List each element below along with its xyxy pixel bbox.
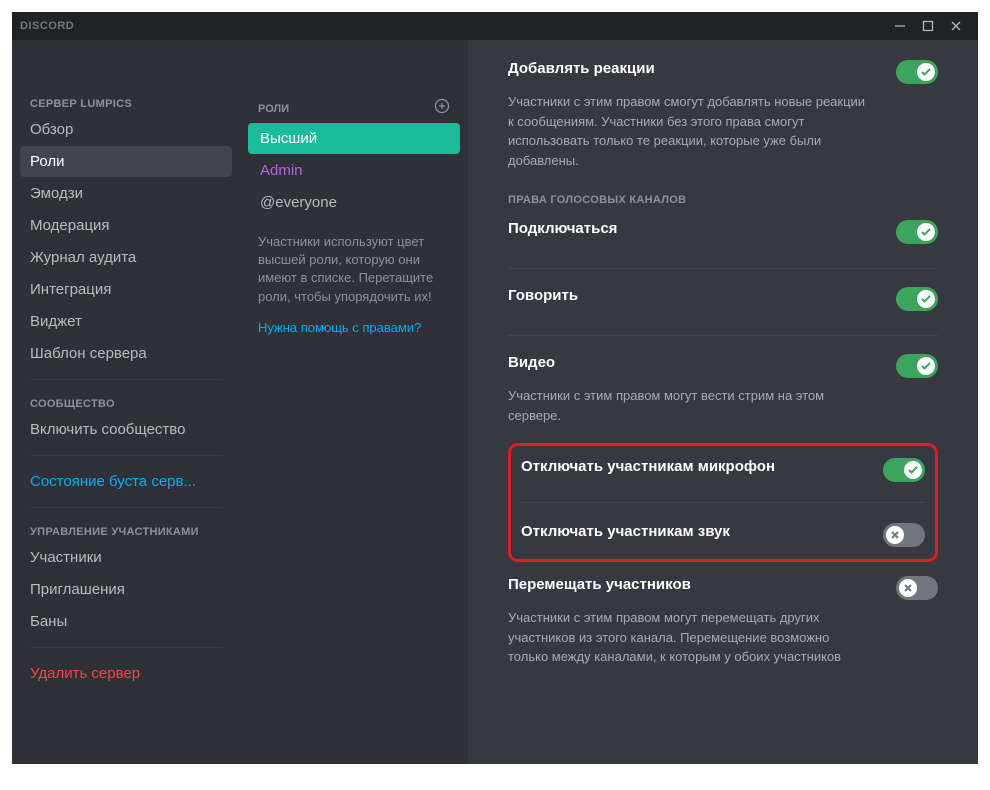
minimize-icon bbox=[894, 20, 906, 32]
perm-speak: Говорить bbox=[508, 287, 938, 311]
nav-invites[interactable]: Приглашения bbox=[20, 574, 232, 605]
roles-panel: РОЛИ Высший Admin @everyone Участники ис… bbox=[240, 40, 468, 764]
nav-divider bbox=[30, 455, 222, 456]
sidebar-header-server: СЕРВЕР LUMPICS bbox=[20, 90, 232, 114]
nav-members[interactable]: Участники bbox=[20, 542, 232, 573]
nav-overview[interactable]: Обзор bbox=[20, 114, 232, 145]
nav-divider bbox=[30, 647, 222, 648]
plus-circle-icon bbox=[434, 98, 450, 114]
toggle-speak[interactable] bbox=[896, 287, 938, 311]
perm-move-members: Перемещать участников Участники с этим п… bbox=[508, 576, 938, 667]
nav-audit-log[interactable]: Журнал аудита bbox=[20, 242, 232, 273]
content-area: СЕРВЕР LUMPICS Обзор Роли Эмодзи Модерац… bbox=[12, 40, 978, 764]
toggle-deafen-members[interactable] bbox=[883, 523, 925, 547]
perm-divider bbox=[508, 335, 938, 336]
nav-boost-status[interactable]: Состояние буста серв... bbox=[20, 466, 232, 497]
toggle-move-members[interactable] bbox=[896, 576, 938, 600]
permissions-panel: Добавлять реакции Участники с этим право… bbox=[468, 40, 978, 764]
sidebar-header-community: СООБЩЕСТВО bbox=[20, 390, 232, 414]
nav-divider bbox=[30, 379, 222, 380]
check-icon bbox=[920, 360, 932, 372]
perm-desc: Участники с этим правом смогут добавлять… bbox=[508, 92, 868, 170]
perm-title: Отключать участникам микрофон bbox=[521, 458, 775, 475]
check-icon bbox=[920, 293, 932, 305]
nav-integrations[interactable]: Интеграция bbox=[20, 274, 232, 305]
perm-title: Отключать участникам звук bbox=[521, 523, 730, 540]
app-window: DISCORD ESC СЕРВЕР LUMPICS Обзор Роли Эм… bbox=[12, 12, 978, 764]
perm-mute-members: Отключать участникам микрофон bbox=[521, 458, 925, 482]
toggle-connect[interactable] bbox=[896, 220, 938, 244]
x-icon bbox=[902, 582, 914, 594]
nav-moderation[interactable]: Модерация bbox=[20, 210, 232, 241]
close-icon bbox=[950, 20, 962, 32]
perm-desc: Участники с этим правом могут вести стри… bbox=[508, 386, 868, 425]
role-item-highest[interactable]: Высший bbox=[248, 123, 460, 154]
perm-divider bbox=[508, 268, 938, 269]
roles-header-label: РОЛИ bbox=[258, 103, 289, 115]
window-minimize-button[interactable] bbox=[886, 15, 914, 37]
roles-help-link[interactable]: Нужна помощь с правами? bbox=[248, 314, 460, 341]
roles-hint-text: Участники используют цвет высшей роли, к… bbox=[248, 219, 460, 314]
perm-title: Перемещать участников bbox=[508, 576, 691, 593]
perm-title: Подключаться bbox=[508, 220, 617, 237]
perm-title: Добавлять реакции bbox=[508, 60, 655, 77]
window-maximize-button[interactable] bbox=[914, 15, 942, 37]
check-icon bbox=[907, 464, 919, 476]
nav-bans[interactable]: Баны bbox=[20, 606, 232, 637]
nav-widget[interactable]: Виджет bbox=[20, 306, 232, 337]
role-item-admin[interactable]: Admin bbox=[248, 155, 460, 186]
toggle-video[interactable] bbox=[896, 354, 938, 378]
brand-label: DISCORD bbox=[20, 20, 74, 32]
nav-template[interactable]: Шаблон сервера bbox=[20, 338, 232, 369]
perm-divider bbox=[521, 502, 925, 503]
add-role-button[interactable] bbox=[434, 98, 450, 119]
toggle-add-reactions[interactable] bbox=[896, 60, 938, 84]
nav-enable-community[interactable]: Включить сообщество bbox=[20, 414, 232, 445]
perm-title: Говорить bbox=[508, 287, 578, 304]
perm-desc: Участники с этим правом могут перемещать… bbox=[508, 608, 868, 667]
check-icon bbox=[920, 66, 932, 78]
nav-emoji[interactable]: Эмодзи bbox=[20, 178, 232, 209]
titlebar: DISCORD bbox=[12, 12, 978, 40]
nav-delete-server[interactable]: Удалить сервер bbox=[20, 658, 232, 689]
roles-header: РОЛИ bbox=[248, 90, 460, 123]
perm-title: Видео bbox=[508, 354, 555, 371]
nav-divider bbox=[30, 507, 222, 508]
check-icon bbox=[920, 226, 932, 238]
sidebar-header-members: УПРАВЛЕНИЕ УЧАСТНИКАМИ bbox=[20, 518, 232, 542]
voice-permissions-header: ПРАВА ГОЛОСОВЫХ КАНАЛОВ bbox=[508, 194, 938, 206]
perm-deafen-members: Отключать участникам звук bbox=[521, 523, 925, 547]
role-item-everyone[interactable]: @everyone bbox=[248, 187, 460, 218]
perm-connect: Подключаться bbox=[508, 220, 938, 244]
settings-sidebar: СЕРВЕР LUMPICS Обзор Роли Эмодзи Модерац… bbox=[12, 40, 240, 764]
perm-add-reactions: Добавлять реакции Участники с этим право… bbox=[508, 60, 938, 170]
maximize-icon bbox=[922, 20, 934, 32]
highlight-annotation: Отключать участникам микрофон Отключать … bbox=[508, 443, 938, 562]
window-close-button[interactable] bbox=[942, 15, 970, 37]
x-icon bbox=[889, 529, 901, 541]
toggle-mute-members[interactable] bbox=[883, 458, 925, 482]
nav-roles[interactable]: Роли bbox=[20, 146, 232, 177]
perm-video: Видео Участники с этим правом могут вест… bbox=[508, 354, 938, 425]
